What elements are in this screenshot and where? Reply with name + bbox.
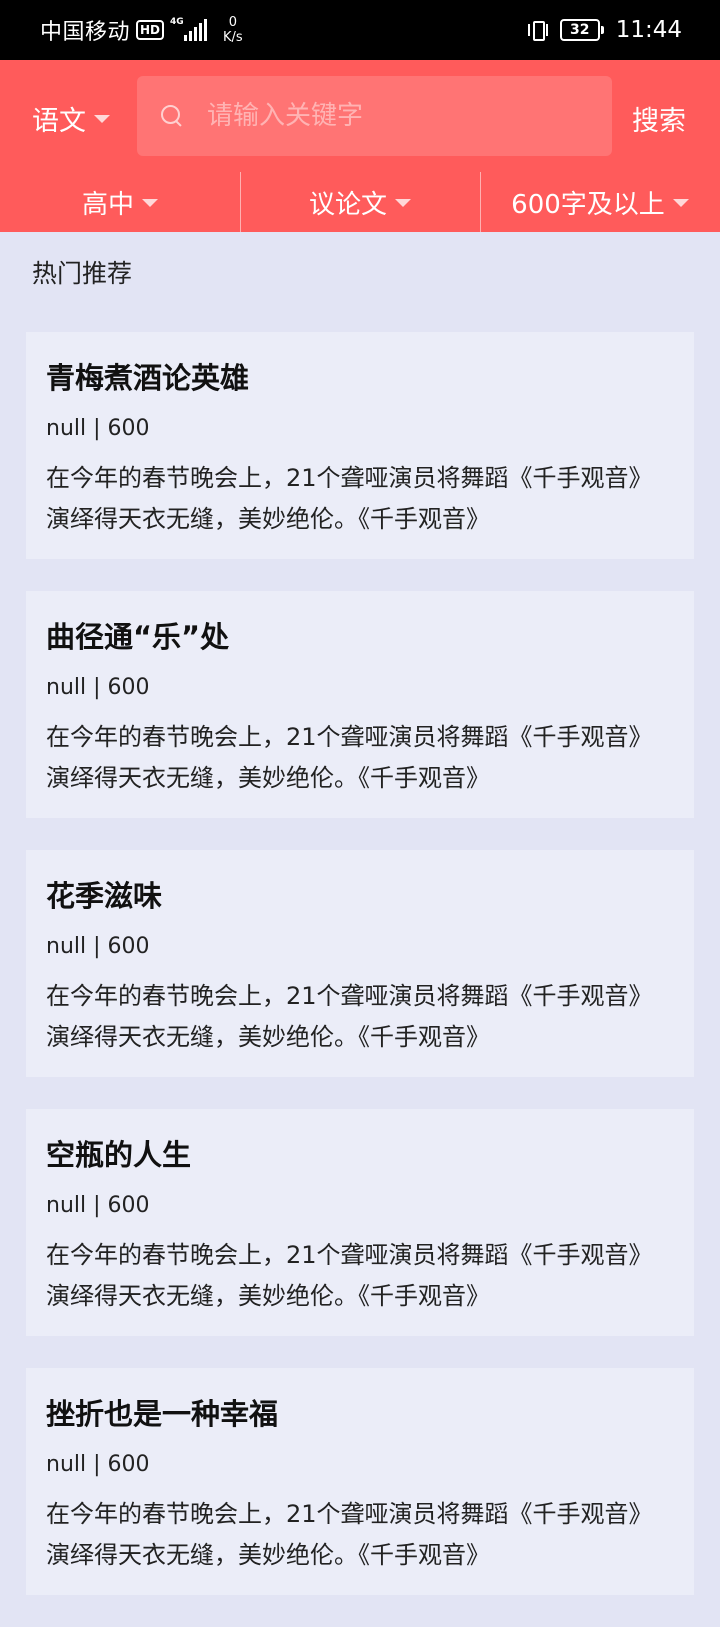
battery-level: 32 [569, 22, 590, 38]
length-filter-label: 600字及以上 [511, 189, 665, 220]
article-excerpt: 在今年的春节晚会上，21个聋哑演员将舞蹈《千手观音》演绎得天衣无缝，美妙绝伦。《… [46, 1241, 653, 1310]
caret-down-icon [94, 115, 110, 123]
article-card[interactable]: 空瓶的人生 null | 600 在今年的春节晚会上，21个聋哑演员将舞蹈《千手… [26, 1109, 694, 1336]
signal-icon: 4G [170, 17, 209, 41]
network-type: 4G [170, 17, 184, 27]
section-title: 热门推荐 [32, 259, 133, 288]
search-box[interactable] [137, 76, 612, 156]
search-input[interactable] [205, 100, 589, 132]
article-list: 青梅煮酒论英雄 null | 600 在今年的春节晚会上，21个聋哑演员将舞蹈《… [26, 332, 694, 1627]
article-card[interactable]: 花季滋味 null | 600 在今年的春节晚会上，21个聋哑演员将舞蹈《千手观… [26, 850, 694, 1077]
article-card[interactable]: 挫折也是一种幸福 null | 600 在今年的春节晚会上，21个聋哑演员将舞蹈… [26, 1368, 694, 1595]
clock: 11:44 [615, 17, 682, 43]
article-title: 青梅煮酒论英雄 [46, 361, 250, 395]
vibrate-icon [527, 19, 548, 41]
status-right: 32 11:44 [527, 14, 682, 46]
caret-down-icon [142, 199, 158, 207]
search-header: 语文 搜索 高中 议论文 600字及以上 [0, 60, 720, 232]
grade-filter-label: 高中 [81, 189, 134, 220]
genre-filter-label: 议论文 [308, 189, 387, 220]
carrier-name: 中国移动 [40, 20, 131, 45]
article-excerpt: 在今年的春节晚会上，21个聋哑演员将舞蹈《千手观音》演绎得天衣无缝，美妙绝伦。《… [46, 1500, 653, 1569]
network-speed: 0 K/s [223, 15, 243, 45]
search-icon [161, 105, 183, 127]
article-excerpt: 在今年的春节晚会上，21个聋哑演员将舞蹈《千手观音》演绎得天衣无缝，美妙绝伦。《… [46, 982, 653, 1051]
article-card[interactable]: 青梅煮酒论英雄 null | 600 在今年的春节晚会上，21个聋哑演员将舞蹈《… [26, 332, 694, 559]
article-title: 花季滋味 [46, 879, 163, 913]
length-filter[interactable]: 600字及以上 [480, 172, 720, 232]
caret-down-icon [395, 199, 411, 207]
article-excerpt: 在今年的春节晚会上，21个聋哑演员将舞蹈《千手观音》演绎得天衣无缝，美妙绝伦。《… [46, 464, 653, 533]
caret-down-icon [672, 199, 689, 207]
article-meta: null | 600 [46, 675, 150, 700]
speed-unit: K/s [223, 30, 243, 45]
grade-filter[interactable]: 高中 [0, 172, 240, 232]
speed-value: 0 [228, 15, 238, 30]
hd-badge: HD [136, 20, 165, 40]
article-card[interactable]: 曲径通“乐”处 null | 600 在今年的春节晚会上，21个聋哑演员将舞蹈《… [26, 591, 694, 818]
battery-icon: 32 [559, 19, 604, 41]
subject-label: 语文 [32, 105, 86, 137]
article-meta: null | 600 [46, 1452, 150, 1477]
article-title: 空瓶的人生 [46, 1138, 192, 1172]
article-meta: null | 600 [46, 416, 150, 441]
article-excerpt: 在今年的春节晚会上，21个聋哑演员将舞蹈《千手观音》演绎得天衣无缝，美妙绝伦。《… [46, 723, 653, 792]
search-button[interactable]: 搜索 [632, 96, 686, 140]
filter-bar: 高中 议论文 600字及以上 [0, 172, 720, 232]
article-meta: null | 600 [46, 934, 150, 959]
status-bar: 中国移动 HD 4G 0 K/s 32 11:44 [0, 0, 720, 60]
genre-filter[interactable]: 议论文 [240, 172, 480, 232]
subject-dropdown[interactable]: 语文 [32, 96, 110, 140]
status-left: 中国移动 HD 4G 0 K/s [40, 14, 243, 46]
article-title: 曲径通“乐”处 [46, 620, 230, 654]
article-title: 挫折也是一种幸福 [46, 1397, 279, 1431]
article-meta: null | 600 [46, 1193, 150, 1218]
